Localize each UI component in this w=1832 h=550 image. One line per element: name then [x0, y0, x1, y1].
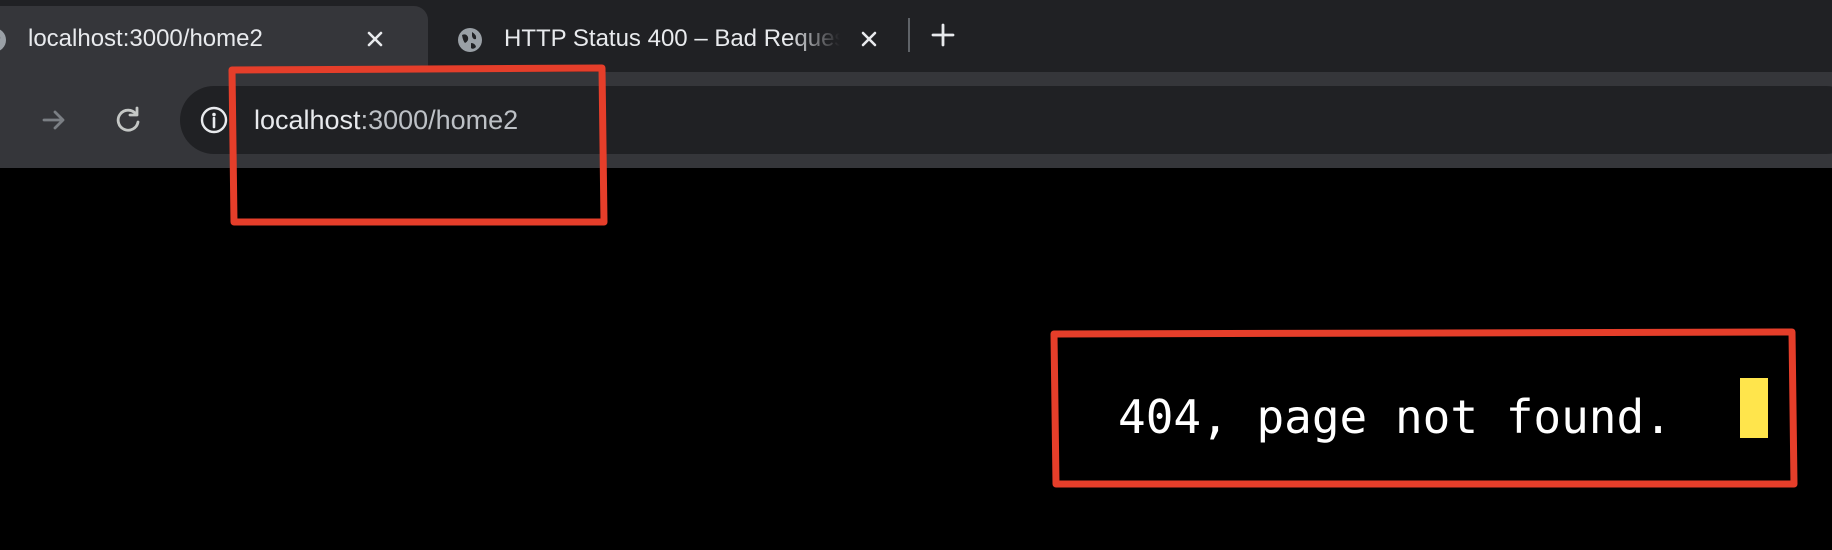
tab-separator — [908, 18, 910, 52]
url-text[interactable]: localhost:3000/home2 — [254, 101, 518, 139]
page-content — [0, 168, 1832, 550]
close-icon[interactable] — [854, 24, 884, 54]
error-message: 404, page not found. — [1118, 390, 1672, 444]
tab-http-status-400[interactable]: HTTP Status 400 – Bad Request — [440, 6, 900, 72]
tab-strip: localhost:3000/home2 HTTP Status 400 – B… — [0, 0, 1832, 72]
reload-icon[interactable] — [110, 102, 146, 138]
browser-toolbar: localhost:3000/home2 — [0, 72, 1832, 168]
cursor-block — [1740, 378, 1768, 438]
arrow-right-icon[interactable] — [36, 102, 72, 138]
tab-title: localhost:3000/home2 — [28, 25, 263, 52]
tab-title: HTTP Status 400 – Bad Request — [504, 25, 840, 52]
info-icon[interactable] — [196, 102, 232, 138]
url-host: localhost — [254, 105, 361, 135]
globe-icon — [0, 29, 6, 51]
globe-icon — [458, 28, 482, 52]
url-path: :3000/home2 — [360, 105, 519, 135]
address-bar[interactable]: localhost:3000/home2 — [180, 86, 1832, 154]
plus-icon[interactable] — [926, 18, 960, 52]
close-icon[interactable] — [360, 24, 390, 54]
tab-localhost-home2[interactable]: localhost:3000/home2 — [0, 6, 428, 72]
